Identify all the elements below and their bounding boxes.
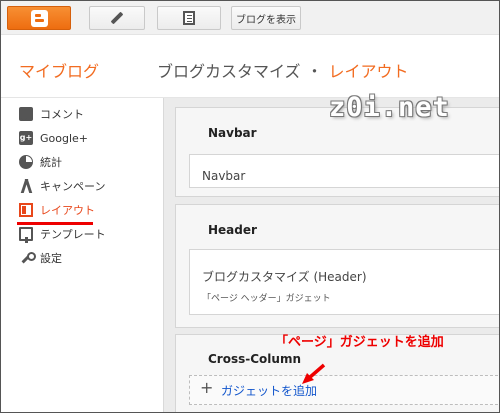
stats-pie-icon <box>19 155 33 169</box>
sidebar-item-label: レイアウト <box>40 204 95 217</box>
layout-icon <box>19 203 33 217</box>
page-header: マイブログ ブログカスタマイズ・レイアウト <box>1 36 499 98</box>
gadget-navbar[interactable]: Navbar <box>189 154 499 188</box>
section-header: Header ブログカスタマイズ (Header) 「ページ ヘッダー」ガジェッ… <box>175 204 499 328</box>
view-blog-button[interactable]: ブログを表示 <box>231 6 301 30</box>
new-post-button[interactable] <box>89 6 145 30</box>
sidebar-item-google-plus[interactable]: g+ Google+ <box>19 128 88 148</box>
sidebar-item-settings[interactable]: 設定 <box>19 248 62 268</box>
blogger-logo-icon <box>30 9 48 27</box>
my-blog-link[interactable]: マイブログ <box>19 58 99 82</box>
plus-icon: + <box>200 378 214 397</box>
sidebar-item-template[interactable]: テンプレート <box>19 224 106 244</box>
sidebar-item-layout[interactable]: レイアウト <box>19 200 95 220</box>
sidebar: コメント g+ Google+ 統計 キャンペーン レイアウト テンプレート 設… <box>1 98 163 412</box>
annotation-arrow-icon <box>302 363 326 384</box>
gadget-title: Navbar <box>202 169 246 183</box>
section-title: Navbar <box>208 126 257 140</box>
sidebar-item-label: テンプレート <box>40 228 106 241</box>
pencil-icon <box>110 11 124 25</box>
layout-editor: Navbar Navbar Header ブログカスタマイズ (Header) … <box>163 98 499 412</box>
sidebar-item-stats[interactable]: 統計 <box>19 152 62 172</box>
watermark: z0i.net <box>329 92 450 123</box>
breadcrumb: ブログカスタマイズ・レイアウト <box>157 58 409 82</box>
breadcrumb-parent[interactable]: ブログカスタマイズ <box>157 62 301 81</box>
breadcrumb-separator: ・ <box>306 62 323 81</box>
gadget-title: ブログカスタマイズ (Header) <box>202 270 367 284</box>
posts-list-button[interactable] <box>157 6 221 30</box>
gadget-header[interactable]: ブログカスタマイズ (Header) 「ページ ヘッダー」ガジェット <box>189 249 499 315</box>
screenshot-frame: ブログを表示 マイブログ ブログカスタマイズ・レイアウト コメント g+ Goo… <box>0 0 500 413</box>
blogger-home-button[interactable] <box>7 6 71 30</box>
sidebar-item-label: キャンペーン <box>40 180 106 193</box>
pages-icon <box>183 11 195 25</box>
sidebar-item-label: 統計 <box>40 156 62 169</box>
section-title: Cross-Column <box>208 352 301 366</box>
top-toolbar: ブログを表示 <box>1 1 499 35</box>
annotation-callout: 「ページ」ガジェットを追加 <box>275 335 444 350</box>
sidebar-item-comments[interactable]: コメント <box>19 104 84 124</box>
comment-icon <box>19 107 33 121</box>
add-gadget-area[interactable]: + ガジェットを追加 <box>189 375 499 405</box>
google-plus-icon: g+ <box>19 131 33 145</box>
gadget-subtitle: 「ページ ヘッダー」ガジェット <box>202 294 331 304</box>
section-title: Header <box>208 223 257 237</box>
breadcrumb-current: レイアウト <box>328 62 409 81</box>
sidebar-item-label: コメント <box>40 108 84 121</box>
template-icon <box>19 227 33 243</box>
sidebar-item-label: 設定 <box>40 252 62 265</box>
sidebar-item-campaigns[interactable]: キャンペーン <box>19 176 105 196</box>
campaign-icon <box>19 179 33 193</box>
wrench-icon <box>19 251 36 265</box>
sidebar-item-label: Google+ <box>40 131 89 145</box>
